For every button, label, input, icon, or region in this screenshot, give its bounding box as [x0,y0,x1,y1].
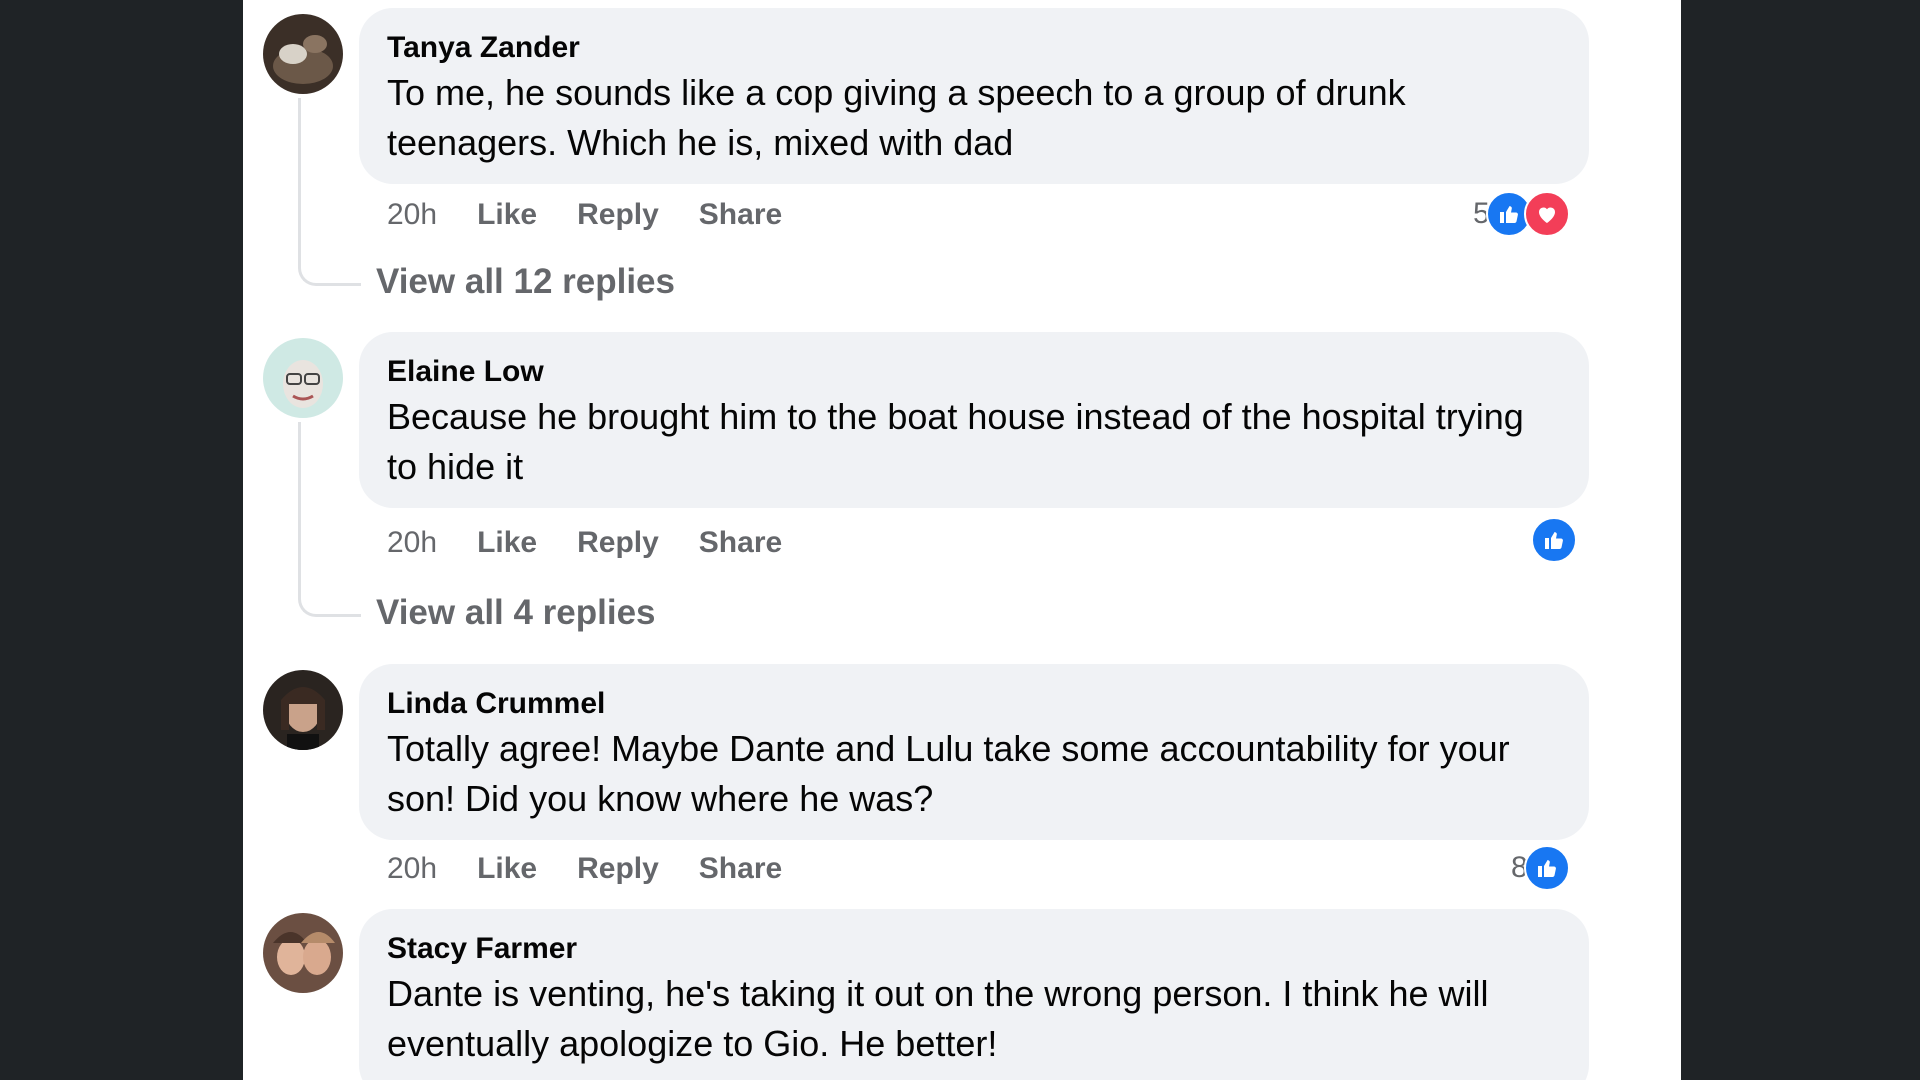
comment-text: Because he brought him to the boat house… [387,396,1524,487]
like-button[interactable]: Like [477,526,537,560]
share-button[interactable]: Share [699,526,782,560]
comment-author[interactable]: Stacy Farmer [387,931,1561,967]
comment-bubble: Tanya Zander To me, he sounds like a cop… [359,8,1589,184]
comment-actions: 20h Like Reply Share [387,849,782,889]
like-button[interactable]: Like [477,198,537,232]
comment-author[interactable]: Linda Crummel [387,686,1561,722]
view-replies-link[interactable]: View all 12 replies [376,262,675,302]
avatar[interactable] [263,913,343,993]
comment-author[interactable]: Tanya Zander [387,30,1561,66]
share-button[interactable]: Share [699,852,782,886]
comment-text: To me, he sounds like a cop giving a spe… [387,72,1406,163]
view-replies-link[interactable]: View all 4 replies [376,593,656,633]
comment-text: Dante is venting, he's taking it out on … [387,973,1489,1064]
comment-bubble: Elaine Low Because he brought him to the… [359,332,1589,508]
reply-button[interactable]: Reply [577,526,659,560]
comment-time[interactable]: 20h [387,198,437,232]
like-button[interactable]: Like [477,852,537,886]
reply-button[interactable]: Reply [577,852,659,886]
reactions-summary[interactable]: 8 [1511,845,1570,891]
comment-text: Totally agree! Maybe Dante and Lulu take… [387,728,1510,819]
avatar[interactable] [263,670,343,750]
comment-author[interactable]: Elaine Low [387,354,1561,390]
avatar[interactable] [263,14,343,94]
love-reaction-icon [1523,191,1570,237]
thread-line [298,422,361,617]
comments-panel: Tanya Zander To me, he sounds like a cop… [243,0,1681,1080]
avatar[interactable] [263,338,343,418]
comment-time[interactable]: 20h [387,852,437,886]
comment-bubble: Stacy Farmer Dante is venting, he's taki… [359,909,1589,1080]
comment-actions: 20h Like Reply Share [387,195,782,235]
comment-bubble: Linda Crummel Totally agree! Maybe Dante… [359,664,1589,840]
comment-actions: 20h Like Reply Share [387,523,782,563]
like-reaction-icon [1523,845,1570,891]
comment-time[interactable]: 20h [387,526,437,560]
reactions-summary[interactable]: 5 [1473,191,1570,237]
thread-line [298,98,361,286]
reactions-summary[interactable] [1531,517,1577,563]
like-reaction-icon [1531,517,1577,563]
share-button[interactable]: Share [699,198,782,232]
reply-button[interactable]: Reply [577,198,659,232]
